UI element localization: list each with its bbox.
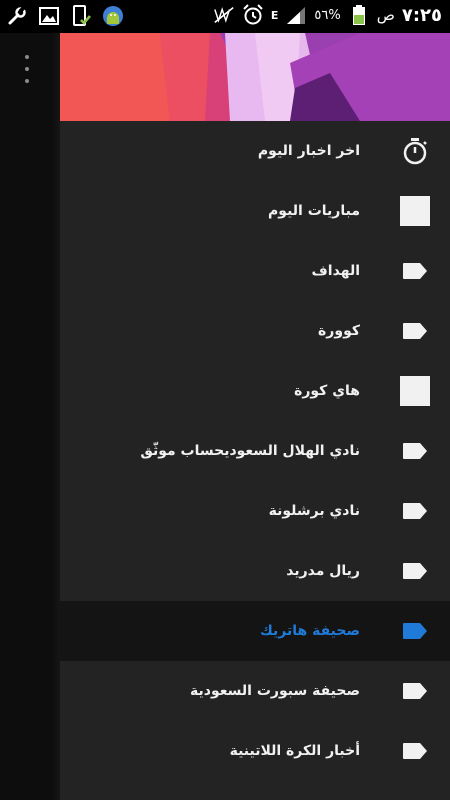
status-bar: E ٥٦% ص ٧:٢٥ — [0, 0, 450, 33]
square-icon — [400, 376, 430, 406]
tag-icon — [400, 496, 430, 526]
drawer-item-label: الهداف — [311, 263, 360, 279]
drawer-item-label: مباريات اليوم — [268, 203, 360, 219]
signal-icon — [285, 4, 307, 26]
navigation-drawer: اخر اخبار اليوم مباريات اليوم الهداف كوو… — [60, 33, 450, 800]
drawer-item-barcelona[interactable]: نادي برشلونة — [60, 481, 450, 541]
drawer-item-label: ريال مدريد — [286, 563, 360, 579]
drawer-item-hi-koora[interactable]: هاي كورة — [60, 361, 450, 421]
drawer-item-label: كوورة — [318, 323, 360, 339]
drawer-item-alhilal[interactable]: نادي الهلال السعوديحساب موثّق — [60, 421, 450, 481]
drawer-item-hattrick[interactable]: صحيفة هاتريك — [60, 601, 450, 661]
tag-icon — [400, 616, 430, 646]
drawer-menu: اخر اخبار اليوم مباريات اليوم الهداف كوو… — [60, 121, 450, 781]
drawer-item-latin-football[interactable]: أخبار الكرة اللاتينية — [60, 721, 450, 781]
tag-icon — [400, 316, 430, 346]
drawer-item-kooora[interactable]: كوورة — [60, 301, 450, 361]
drawer-item-label: أخبار الكرة اللاتينية — [229, 743, 360, 759]
network-type: E — [270, 8, 279, 22]
drawer-item-label: صحيفة هاتريك — [260, 623, 360, 639]
drawer-shadow — [52, 33, 60, 800]
drawer-item-sport-saudi[interactable]: صحيفة سبورت السعودية — [60, 661, 450, 721]
phone-check-icon — [70, 5, 92, 27]
square-icon — [400, 196, 430, 226]
drawer-item-real-madrid[interactable]: ريال مدريد — [60, 541, 450, 601]
drawer-item-latest-news[interactable]: اخر اخبار اليوم — [60, 121, 450, 181]
system-icons: E ٥٦% ص ٧:٢٥ — [213, 4, 442, 26]
mute-icon — [213, 4, 235, 26]
clock: ٧:٢٥ — [401, 4, 442, 26]
drawer-item-todays-matches[interactable]: مباريات اليوم — [60, 181, 450, 241]
drawer-item-label: نادي برشلونة — [268, 503, 360, 519]
background-content — [0, 33, 60, 800]
drawer-item-label: هاي كورة — [294, 383, 360, 399]
more-vertical-icon[interactable] — [22, 55, 32, 83]
tag-icon — [400, 676, 430, 706]
android-icon — [102, 5, 124, 27]
wrench-icon — [6, 5, 28, 27]
tag-icon — [400, 736, 430, 766]
tag-icon — [400, 436, 430, 466]
drawer-item-label: صحيفة سبورت السعودية — [190, 683, 360, 699]
drawer-item-label: اخر اخبار اليوم — [257, 143, 360, 159]
drawer-item-alhaddaf[interactable]: الهداف — [60, 241, 450, 301]
battery-icon — [348, 4, 370, 26]
tag-icon — [400, 256, 430, 286]
time-ampm: ص — [376, 6, 395, 24]
drawer-item-label: نادي الهلال السعوديحساب موثّق — [140, 443, 360, 459]
drawer-header-banner — [60, 33, 450, 121]
notification-icons — [6, 5, 124, 27]
battery-percent: ٥٦% — [314, 7, 341, 23]
image-icon — [38, 5, 60, 27]
alarm-icon — [242, 4, 264, 26]
tag-icon — [400, 556, 430, 586]
stopwatch-icon — [400, 136, 430, 166]
